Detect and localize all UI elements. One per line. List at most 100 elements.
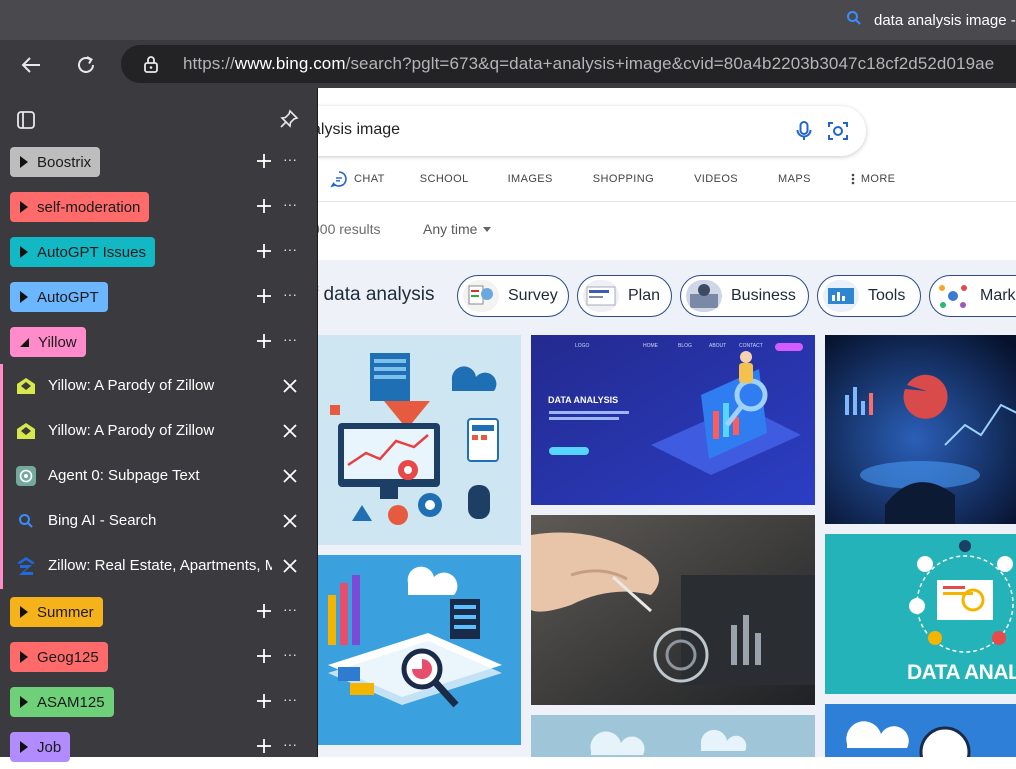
caret-down-icon [483, 226, 492, 232]
more-options-icon[interactable]: ··· [280, 241, 300, 261]
nav-videos[interactable]: VIDEOS [694, 173, 738, 185]
group-label: Geog125 [37, 648, 99, 666]
group-accent-bar [0, 454, 3, 499]
url-path: /search?pglt=673&q=data+analysis+image&c… [345, 54, 995, 73]
image-result-infographic[interactable] [318, 335, 521, 545]
group-pill-asam125[interactable]: ASAM125 [10, 687, 114, 717]
add-tab-icon[interactable] [254, 601, 274, 621]
chip-tools-label: Tools [868, 287, 906, 304]
close-icon[interactable] [280, 556, 300, 576]
active-tab[interactable]: data analysis image - [846, 10, 1016, 30]
add-tab-icon[interactable] [254, 241, 274, 261]
image-result-blue-cloud[interactable] [825, 704, 1016, 757]
landing-heading: DATA ANALYSIS [548, 395, 619, 405]
add-tab-icon[interactable] [254, 331, 274, 351]
chip-survey-thumbnail [463, 280, 499, 312]
toolbar: https://www.bing.com/search?pglt=673&q=d… [0, 40, 1016, 88]
chip-tools[interactable]: Tools [817, 275, 921, 317]
nav-more[interactable]: MORE [851, 173, 896, 185]
image-result-charts-cloud[interactable] [318, 555, 521, 745]
more-options-icon[interactable]: ··· [280, 196, 300, 216]
landing-contact-text: CONTACT [739, 343, 763, 349]
add-tab-icon[interactable] [254, 196, 274, 216]
zillow-z-icon [16, 556, 36, 576]
add-tab-icon[interactable] [254, 286, 274, 306]
search-box[interactable]: alysis image [240, 106, 866, 156]
more-options-icon[interactable]: ··· [280, 601, 300, 621]
more-options-icon[interactable]: ··· [280, 286, 300, 306]
nav-school[interactable]: SCHOOL [420, 173, 469, 185]
collapsed-triangle-icon [20, 291, 28, 303]
address-bar[interactable]: https://www.bing.com/search?pglt=673&q=d… [121, 45, 1016, 83]
chip-plan[interactable]: Plan [577, 275, 672, 317]
chip-business[interactable]: Business [680, 275, 809, 317]
nav-school-label: SCHOOL [419, 173, 469, 185]
close-icon[interactable] [280, 421, 300, 441]
sidebar-layout-icon[interactable] [16, 110, 36, 135]
group-pill-yillow[interactable]: Yillow [10, 327, 86, 357]
more-options-icon[interactable]: ··· [280, 736, 300, 756]
nav-maps-label: MAPS [778, 173, 811, 185]
chip-marketing[interactable]: Marke [929, 275, 1016, 317]
url-text[interactable]: https://www.bing.com/search?pglt=673&q=d… [183, 54, 994, 74]
image-result-landing-page[interactable]: LOGO HOME BLOG ABOUT CONTACT DATA ANALYS… [531, 335, 815, 505]
microphone-icon[interactable] [792, 119, 816, 148]
collapsed-triangle-icon [20, 651, 28, 663]
close-icon[interactable] [280, 511, 300, 531]
landing-blog-text: BLOG [678, 343, 692, 349]
add-tab-icon[interactable] [254, 736, 274, 756]
image-result-teal-data-analysis[interactable]: DATA ANALYSIS [825, 534, 1016, 694]
group-accent-bar [0, 409, 3, 454]
group-pill-boostrix[interactable]: Boostrix [10, 147, 101, 177]
group-pill-autogpt[interactable]: AutoGPT [10, 282, 108, 312]
chip-business-thumbnail [686, 280, 722, 312]
nav-maps[interactable]: MAPS [778, 173, 811, 185]
tab-bing-ai[interactable]: Bing AI - Search [0, 499, 318, 544]
nav-images[interactable]: IMAGES [508, 173, 553, 185]
close-icon[interactable] [280, 466, 300, 486]
results-count: 000 results [312, 221, 381, 237]
yillow-house-icon [16, 376, 36, 396]
add-tab-icon[interactable] [254, 151, 274, 171]
more-options-icon[interactable]: ··· [280, 646, 300, 666]
chip-survey[interactable]: Survey [457, 275, 569, 317]
group-pill-autogpt-issues[interactable]: AutoGPT Issues [10, 237, 155, 267]
more-options-icon[interactable]: ··· [280, 151, 300, 171]
more-vertical-icon [851, 173, 855, 185]
nav-divider [318, 201, 1016, 202]
tab-zillow[interactable]: Zillow: Real Estate, Apartments, M [0, 544, 318, 589]
tab-agent-0[interactable]: Agent 0: Subpage Text [0, 454, 318, 499]
time-filter-label: Any time [423, 221, 478, 237]
close-icon[interactable] [280, 376, 300, 396]
landing-home-text: HOME [643, 343, 658, 349]
add-tab-icon[interactable] [254, 646, 274, 666]
tab-yillow-1[interactable]: Yillow: A Parody of Zillow [0, 364, 318, 409]
lock-icon[interactable] [143, 55, 163, 73]
nav-shopping[interactable]: SHOPPING [593, 173, 654, 185]
visual-search-icon[interactable] [826, 119, 850, 148]
tab-group-autogpt-issues: AutoGPT Issues ··· [0, 229, 318, 274]
search-input[interactable]: alysis image [312, 121, 400, 139]
chip-survey-label: Survey [508, 287, 558, 304]
image-result-light-cloud[interactable] [531, 715, 815, 757]
add-tab-icon[interactable] [254, 691, 274, 711]
vertical-tabs-sidebar: Boostrix ··· self-moderation ··· AutoGPT… [0, 88, 318, 762]
title-bar: data analysis image - [0, 0, 1016, 40]
image-result-dark-hologram[interactable] [825, 335, 1016, 524]
time-filter-dropdown[interactable]: Any time [423, 221, 492, 237]
group-pill-summer[interactable]: Summer [10, 597, 103, 627]
back-button[interactable] [16, 50, 46, 80]
image-result-hand-tablet[interactable] [531, 515, 815, 705]
reload-button[interactable] [71, 50, 101, 80]
tab-yillow-2[interactable]: Yillow: A Parody of Zillow [0, 409, 318, 454]
group-pill-job[interactable]: Job [10, 732, 71, 762]
tab-group-yillow: Yillow ··· [0, 319, 318, 364]
group-pill-geog125[interactable]: Geog125 [10, 642, 108, 672]
group-pill-self-moderation[interactable]: self-moderation [10, 192, 150, 222]
group-label: AutoGPT [37, 288, 99, 306]
pin-icon[interactable] [278, 108, 300, 135]
openai-icon [16, 466, 36, 486]
more-options-icon[interactable]: ··· [280, 691, 300, 711]
more-options-icon[interactable]: ··· [280, 331, 300, 351]
nav-chat[interactable]: CHAT [330, 170, 385, 188]
